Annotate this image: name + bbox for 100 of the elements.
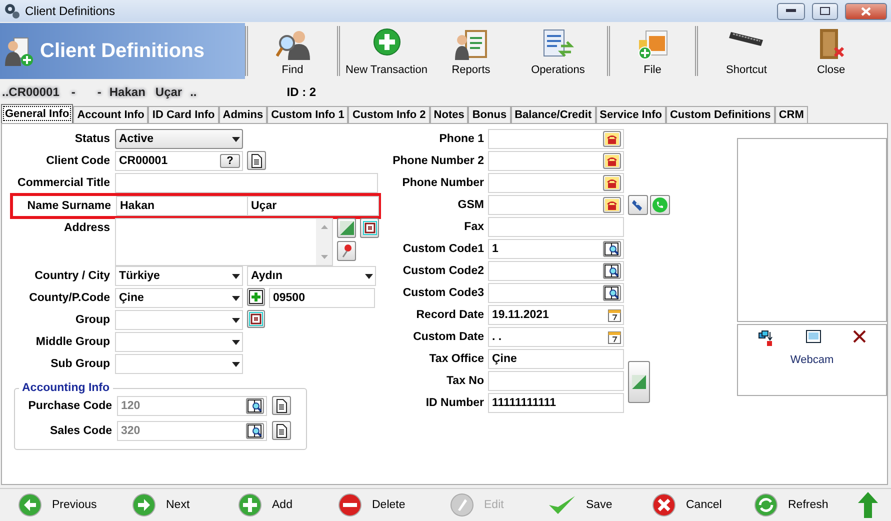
action-button[interactable]: Add [238, 493, 338, 517]
tab[interactable]: Service Info [596, 106, 666, 123]
toolbar-button[interactable]: Reports [433, 26, 509, 76]
book-search-icon [604, 242, 620, 256]
action-button[interactable]: Refresh [754, 493, 858, 517]
dropdown[interactable]: Çine [115, 288, 243, 308]
text-field[interactable] [488, 261, 624, 281]
text-field[interactable]: Çine [488, 349, 624, 369]
tab[interactable]: General Info [1, 104, 74, 123]
toolbar-button[interactable]: Operations [509, 26, 607, 76]
pin-button[interactable] [337, 241, 356, 261]
calendar-icon [608, 308, 621, 322]
action-button[interactable]: Previous [18, 493, 132, 517]
phone-button[interactable] [603, 197, 621, 213]
help-button[interactable]: ? [220, 154, 240, 168]
tab[interactable]: Balance/Credit [510, 106, 596, 123]
phone-button[interactable] [603, 131, 621, 147]
text-field[interactable] [488, 129, 624, 149]
tab[interactable]: Notes [430, 106, 468, 123]
toolbar-button[interactable]: Close [795, 26, 867, 76]
toolbar-button[interactable]: Find [245, 26, 337, 76]
scrollbar[interactable] [316, 219, 332, 265]
document-button[interactable] [272, 396, 291, 415]
document-button[interactable] [247, 151, 266, 170]
stop-button[interactable] [247, 310, 265, 328]
tab[interactable]: Bonus [468, 106, 511, 123]
stop-button[interactable] [360, 218, 379, 238]
maximize-button[interactable] [812, 2, 838, 20]
map-button[interactable] [628, 361, 650, 403]
client-name: Hakan [109, 85, 146, 99]
tab[interactable]: Custom Info 2 [348, 106, 430, 123]
image-file-icon [636, 28, 668, 60]
dropdown[interactable]: Türkiye [115, 266, 243, 286]
tab[interactable]: Account Info [73, 106, 148, 123]
field-label: Tax No [446, 374, 484, 389]
whatsapp-button[interactable] [650, 195, 670, 215]
webcam-label: Webcam [790, 354, 834, 366]
phone-button[interactable] [603, 153, 621, 169]
stop-icon [249, 312, 263, 326]
field-label: Status [74, 132, 110, 147]
lookup-button[interactable] [603, 285, 621, 301]
refresh-icon [754, 493, 778, 517]
text-field[interactable] [115, 173, 378, 193]
postal-code-field[interactable]: 09500 [269, 288, 375, 308]
book-search-icon [247, 424, 263, 438]
field-label: Tax Office [428, 352, 484, 367]
tab[interactable]: CRM [774, 106, 808, 123]
person-clipboard-icon [454, 28, 488, 60]
text-field[interactable]: . . [488, 327, 624, 347]
phone-button[interactable] [603, 175, 621, 191]
lookup-button[interactable] [603, 241, 621, 257]
text-field[interactable]: 11111111111 [488, 393, 624, 413]
record-text: .. [2, 85, 9, 99]
text-field[interactable]: Hakan Uçar [116, 196, 379, 216]
tab[interactable]: Admins [218, 106, 268, 123]
calendar-icon [608, 330, 621, 344]
field-label: Middle Group [34, 335, 110, 350]
toolbar-button[interactable]: New Transaction [337, 26, 433, 76]
add-button[interactable] [247, 288, 265, 306]
record-text: .. [190, 85, 197, 99]
field-label: GSM [456, 198, 484, 213]
field-label: Group [74, 313, 110, 328]
lookup-button[interactable] [603, 263, 621, 279]
mobile-phone-button[interactable] [628, 195, 648, 215]
window-title: Client Definitions [25, 4, 116, 18]
field-label: Phone Number 2 [392, 154, 484, 169]
toolbar-button[interactable]: File [607, 26, 695, 76]
action-button[interactable]: Next [132, 493, 238, 517]
dropdown[interactable]: Aydın [247, 266, 376, 286]
field-label: Custom Date [412, 330, 484, 345]
text-field[interactable] [488, 283, 624, 303]
text-field[interactable] [488, 173, 624, 193]
text-field[interactable]: 19.11.2021 [488, 305, 624, 325]
tab[interactable]: ID Card Info [148, 106, 219, 123]
person-magnifier-icon [276, 28, 310, 60]
dropdown[interactable]: Active [115, 129, 243, 149]
toolbar-button[interactable]: Shortcut [695, 26, 795, 76]
tab[interactable]: Custom Definitions [666, 106, 775, 123]
close-button[interactable] [845, 2, 887, 20]
field-label: Phone Number [401, 176, 484, 191]
gears-icon [4, 3, 20, 19]
tab[interactable]: Custom Info 1 [267, 106, 348, 123]
text-field[interactable] [488, 195, 624, 215]
field-label: Phone 1 [438, 132, 484, 147]
address-field[interactable] [115, 218, 333, 266]
document-button[interactable] [272, 421, 291, 440]
action-button[interactable]: Delete [338, 493, 450, 517]
action-button[interactable]: Cancel [652, 493, 754, 517]
telephone-icon [605, 177, 619, 189]
maximize-icon [820, 7, 830, 15]
close-icon [652, 493, 676, 517]
text-field[interactable] [488, 217, 624, 237]
action-button[interactable]: Save [548, 494, 652, 516]
text-field[interactable]: CR00001 ? [115, 151, 243, 171]
text-field[interactable] [488, 371, 624, 391]
minimize-button[interactable] [777, 2, 805, 20]
text-field[interactable] [488, 151, 624, 171]
text-field[interactable]: 1 [488, 239, 624, 259]
field-label: Custom Code1 [402, 242, 484, 257]
book-search-icon [247, 399, 263, 413]
